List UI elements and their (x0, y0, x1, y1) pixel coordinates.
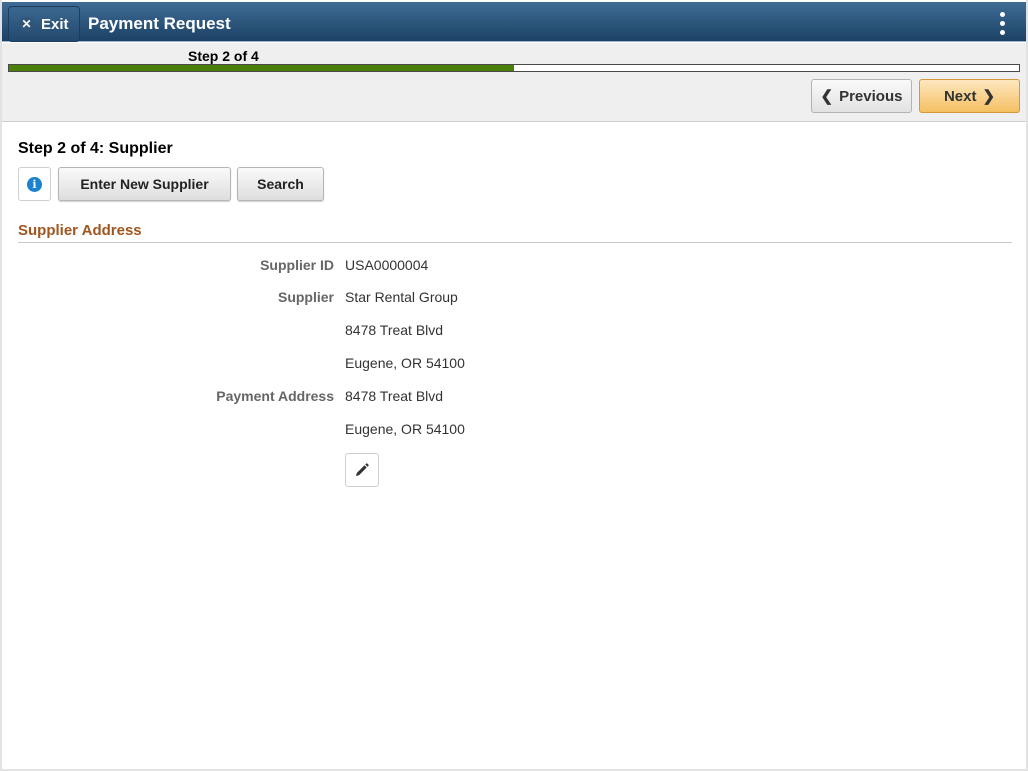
dot (999, 21, 1005, 26)
section-title: Supplier Address (18, 222, 142, 239)
field-value: 8478 Treat Blvd (345, 322, 444, 338)
dot (999, 30, 1005, 35)
exit-button[interactable]: ✕ Exit (8, 6, 80, 42)
step-heading: Step 2 of 4: Supplier (18, 140, 173, 157)
actions-menu-button[interactable] (998, 12, 1006, 35)
field-value: 8478 Treat Blvd (345, 388, 444, 404)
info-icon: i (27, 176, 42, 192)
chevron-right-icon: ❯ (982, 88, 996, 105)
close-icon: ✕ (19, 16, 34, 32)
field-row-supplier-address-line1: 8478 Treat Blvd (2, 322, 1026, 342)
page-title: Payment Request (88, 14, 231, 33)
previous-label: Previous (839, 87, 903, 105)
field-row-payment-address: Payment Address 8478 Treat Blvd (2, 388, 1026, 408)
search-button[interactable]: Search (237, 167, 324, 201)
field-label: Supplier ID (260, 257, 334, 273)
previous-button[interactable]: ❮ Previous (811, 79, 912, 113)
next-button[interactable]: Next ❯ (919, 79, 1020, 113)
field-row-supplier: Supplier Star Rental Group (2, 289, 1026, 309)
chevron-left-icon: ❮ (820, 88, 834, 105)
edit-payment-address-button[interactable] (345, 453, 379, 487)
section-divider (18, 242, 1012, 243)
next-label: Next (943, 87, 977, 105)
step-indicator: Step 2 of 4 (188, 48, 259, 64)
field-row-payment-address-line2: Eugene, OR 54100 (2, 421, 1026, 441)
field-value: Eugene, OR 54100 (345, 421, 465, 437)
field-value: Eugene, OR 54100 (345, 355, 465, 371)
field-value: Star Rental Group (345, 289, 458, 305)
field-row-supplier-id: Supplier ID USA0000004 (2, 257, 1026, 277)
pencil-icon (356, 463, 369, 476)
enter-new-supplier-button[interactable]: Enter New Supplier (58, 167, 231, 201)
field-label: Supplier (277, 289, 334, 305)
step-navigation-bar: Step 2 of 4 ❮ Previous Next ❯ (2, 43, 1026, 122)
field-row-supplier-address-line2: Eugene, OR 54100 (2, 355, 1026, 375)
field-value: USA0000004 (345, 257, 429, 273)
info-button[interactable]: i (18, 167, 51, 201)
progress-fill (9, 65, 514, 71)
header-banner: ✕ Exit Payment Request (2, 2, 1026, 42)
exit-label: Exit (41, 15, 69, 33)
field-label: Payment Address (216, 388, 334, 404)
vertical-ellipsis-icon (999, 12, 1005, 17)
progress-bar (8, 64, 1020, 72)
